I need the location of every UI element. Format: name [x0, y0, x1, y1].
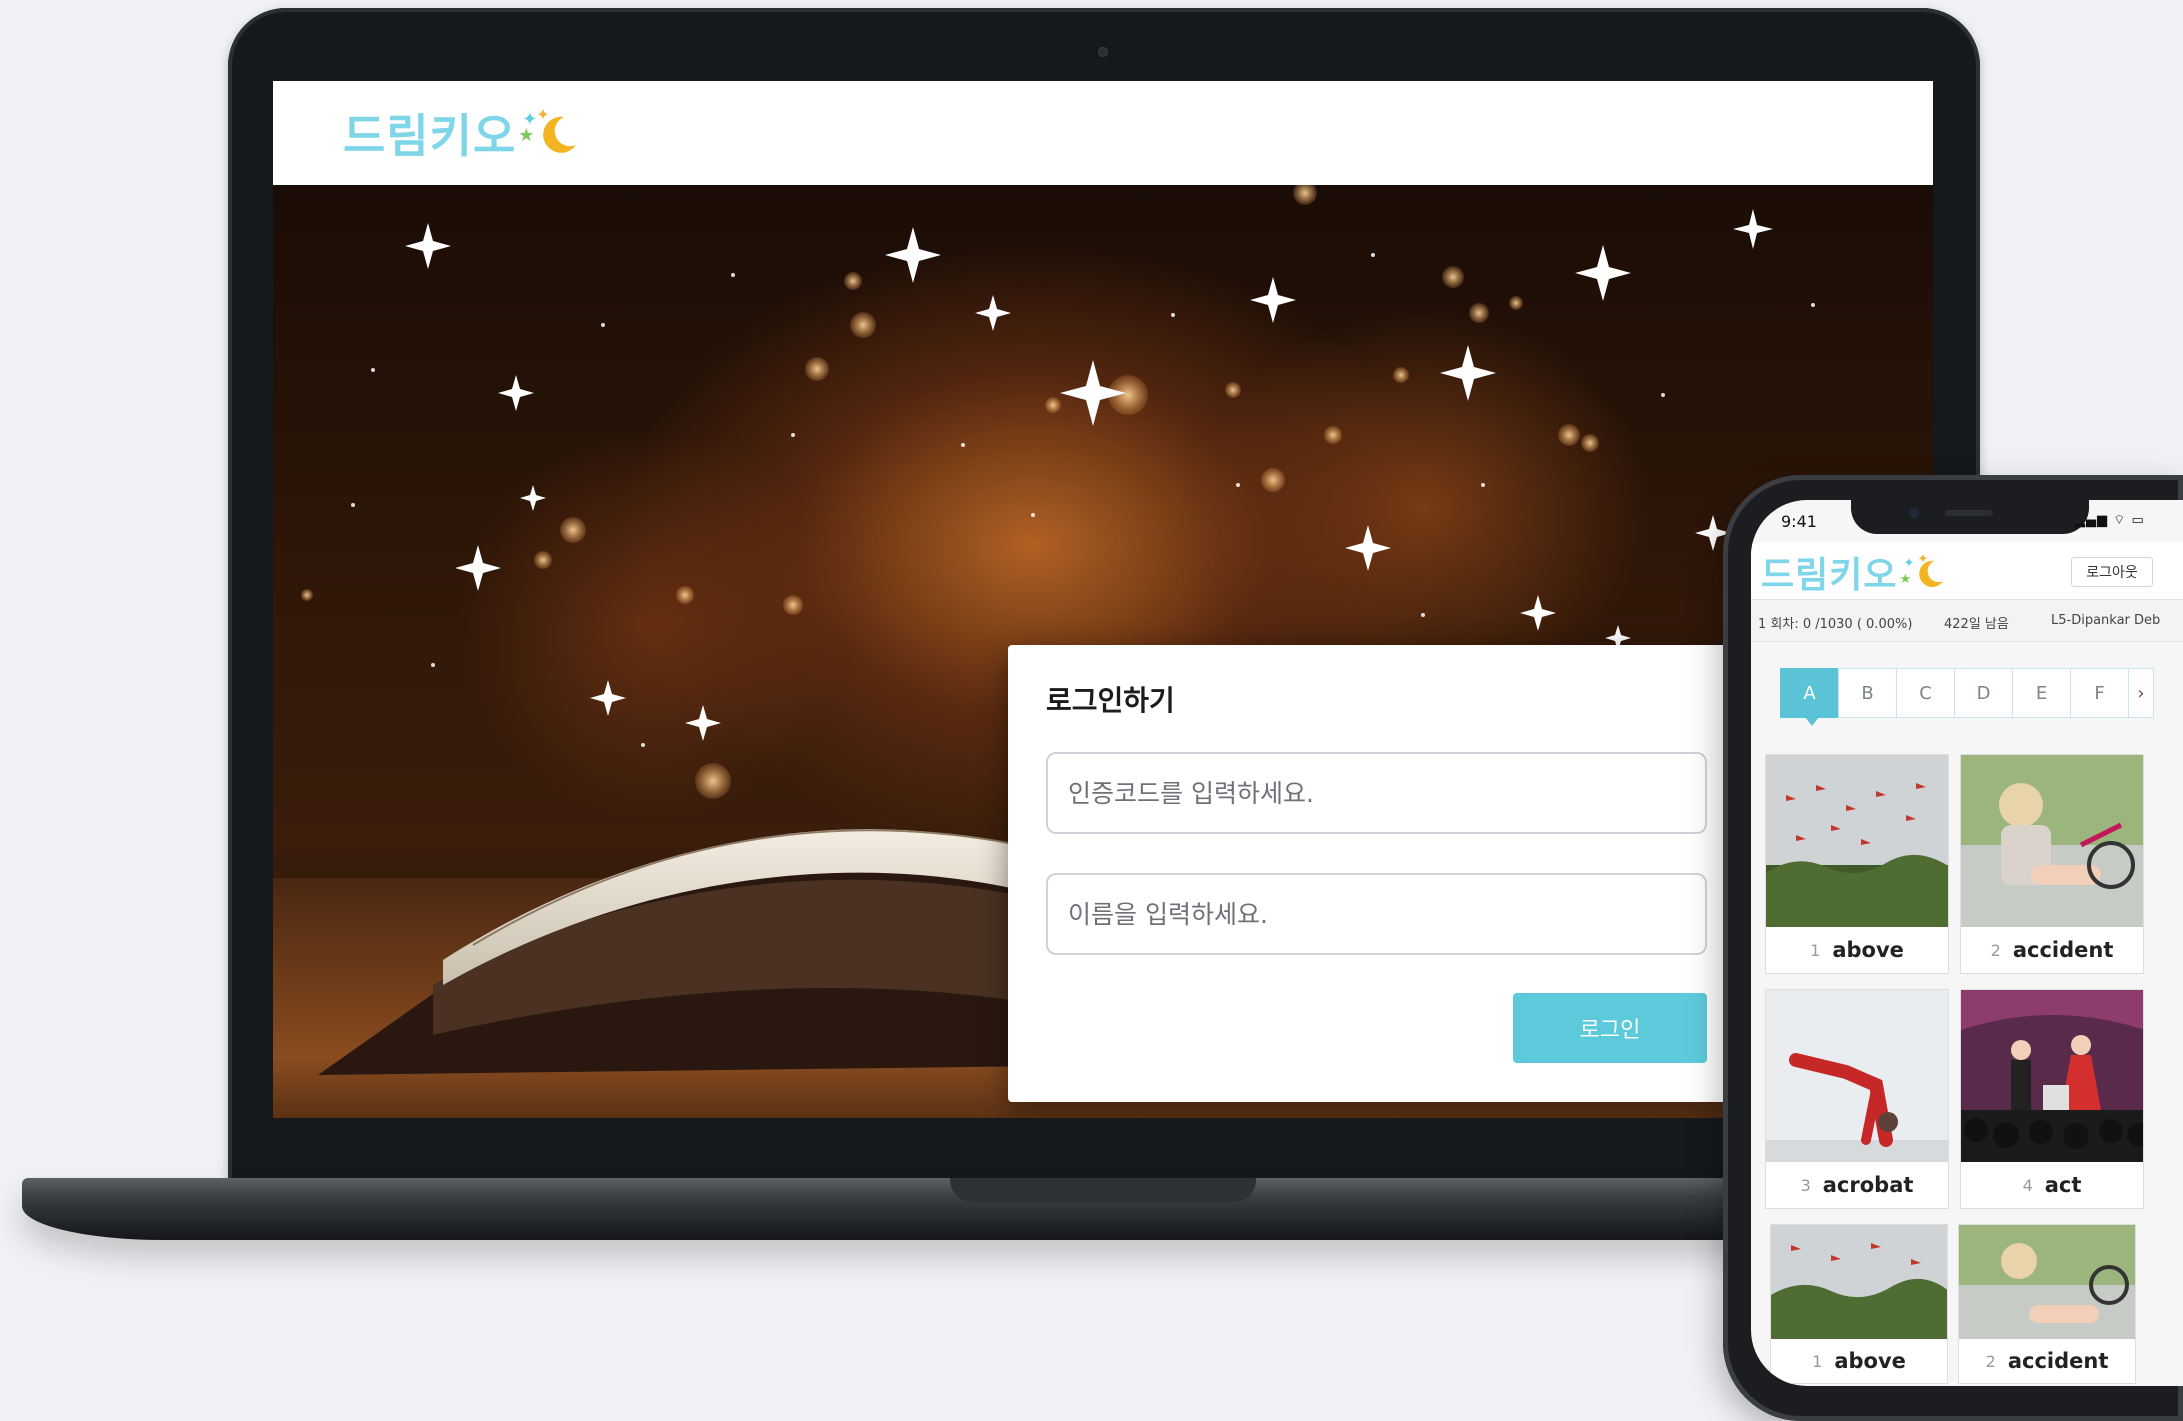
word-card[interactable]: 1 above: [1765, 754, 1949, 974]
site-header: 드림키오 ✦ ★ ✦: [273, 81, 1933, 185]
tab-f[interactable]: F: [2070, 668, 2129, 718]
progress-info-bar: 1 회차: 0 /1030 ( 0.00%) 422일 남음 L5-Dipank…: [1751, 600, 2183, 642]
phone-logo-text: 드림키오: [1761, 555, 1898, 596]
card-word: acrobat: [1822, 1173, 1914, 1197]
card-number: 2: [1985, 1351, 1996, 1371]
logo-moon-stars-icon: ✦ ★ ✦: [518, 103, 580, 163]
word-card[interactable]: 2 accident: [1958, 1224, 2136, 1384]
card-number: 1: [1810, 940, 1821, 960]
flamingos-image: [1766, 755, 1948, 927]
word-card[interactable]: 1 above: [1770, 1224, 1948, 1384]
actors-stage-image: [1961, 990, 2143, 1162]
card-word: above: [1834, 1349, 1906, 1373]
card-number: 3: [1800, 1175, 1811, 1195]
word-card[interactable]: 3 acrobat: [1765, 989, 1949, 1209]
site-logo[interactable]: 드림키오 ✦ ★ ✦: [343, 101, 580, 165]
flamingos-image: [1771, 1225, 1947, 1339]
phone-screen: 9:41 ▂▄▆ ⌔ ▭ 드림키오 ✦ ★ ✦ 로그아웃 1 회차: 0 /1030…: [1751, 500, 2183, 1386]
card-word: act: [2044, 1173, 2082, 1197]
tab-b[interactable]: B: [1838, 668, 1897, 718]
tab-a[interactable]: A: [1780, 668, 1839, 726]
logo-text: 드림키오: [343, 109, 517, 163]
laptop-trackpad-notch: [950, 1178, 1256, 1202]
logout-button[interactable]: 로그아웃: [2071, 557, 2153, 587]
phone-logo[interactable]: 드림키오 ✦ ★ ✦: [1761, 546, 1945, 598]
front-camera-icon: [1909, 508, 1919, 518]
acrobat-image: [1766, 990, 1948, 1162]
user-name-text: L5-Dipankar Deb: [2051, 613, 2161, 628]
card-word: accident: [2007, 1349, 2109, 1373]
phone-app-header: 드림키오 ✦ ★ ✦ 로그아웃: [1751, 542, 2183, 600]
tab-e[interactable]: E: [2012, 668, 2071, 718]
girl-accident-image: [1961, 755, 2143, 927]
letter-tabs: A B C D E F ›: [1780, 668, 2154, 726]
laptop-camera: [1098, 47, 1108, 57]
laptop-screen: 드림키오 ✦ ★ ✦ 로그인하기 인증코드를 입력하세요. 이름을 입력하세요.…: [273, 81, 1933, 1118]
phone-notch: [1851, 500, 2089, 534]
status-time: 9:41: [1781, 512, 1817, 531]
girl-accident-image: [1959, 1225, 2135, 1339]
days-left-text: 422일 남음: [1944, 617, 2009, 632]
signal-wifi-battery-icon: ▂▄▆ ⌔ ▭: [2075, 513, 2145, 528]
card-number: 2: [1990, 940, 2001, 960]
logo-moon-stars-icon: ✦ ★ ✦: [1899, 550, 1945, 594]
progress-text: 1 회차: 0 /1030 ( 0.00%): [1758, 617, 1913, 632]
tabs-next-chevron-icon[interactable]: ›: [2128, 668, 2154, 718]
login-title: 로그인하기: [1046, 684, 1175, 717]
name-input[interactable]: [1046, 873, 1707, 955]
login-button[interactable]: 로그인: [1513, 993, 1707, 1063]
hero-background-magic-book: 로그인하기 로그인: [273, 185, 1933, 1118]
auth-code-input[interactable]: [1046, 752, 1707, 834]
login-dialog: 로그인하기 로그인: [1008, 645, 1743, 1102]
word-card[interactable]: 2 accident: [1960, 754, 2144, 974]
speaker-icon: [1945, 510, 1993, 516]
tab-d[interactable]: D: [1954, 668, 2013, 718]
card-word: above: [1832, 938, 1904, 962]
word-card[interactable]: 4 act: [1960, 989, 2144, 1209]
card-word: accident: [2012, 938, 2114, 962]
card-number: 1: [1812, 1351, 1823, 1371]
card-number: 4: [2022, 1175, 2033, 1195]
tab-c[interactable]: C: [1896, 668, 1955, 718]
